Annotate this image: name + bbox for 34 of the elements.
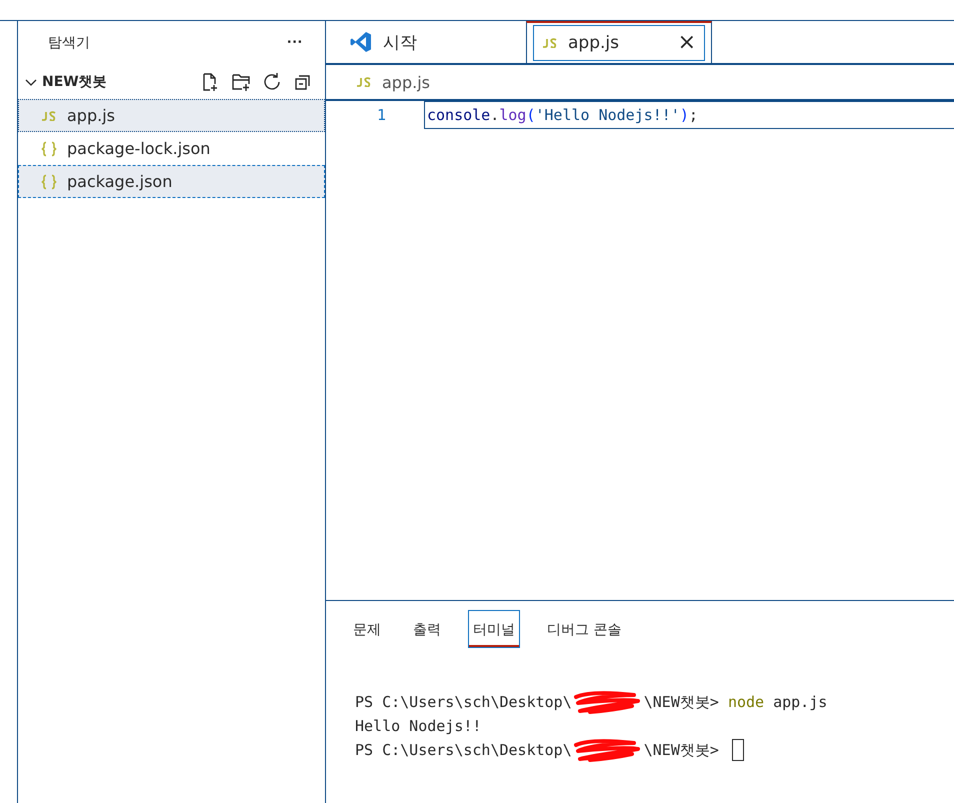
js-file-icon [542,38,558,48]
breadcrumb-item[interactable]: app.js [382,72,430,92]
editor-tab[interactable]: 시작 [326,21,526,63]
folder-name[interactable]: NEW챗봇 [42,73,200,91]
code-logo-icon [349,30,373,54]
panel-tab[interactable]: 터미널 [468,610,520,648]
terminal-text: \NEW챗봇> [644,740,720,761]
more-actions-button[interactable]: ··· [287,34,303,52]
new-folder-icon[interactable] [231,72,251,92]
explorer-title: 탐색기 [48,34,90,52]
js-file-icon [356,77,372,87]
panel-tab[interactable]: 문제 [348,610,386,648]
line-number: 1 [376,106,386,124]
terminal-text: Hello Nodejs!! [355,716,482,737]
braces-icon [41,174,57,190]
file-item[interactable]: package.json [18,165,325,198]
panel-tab[interactable]: 출력 [408,610,446,648]
terminal-command: node [728,692,764,713]
close-icon[interactable]: × [678,32,696,54]
file-item[interactable]: package-lock.json [18,132,325,165]
terminal-text: PS C:\Users\sch\Desktop\ [355,740,572,761]
braces-icon [41,140,57,156]
editor-tab[interactable]: app.js × [526,21,712,63]
terminal-text: PS C:\Users\sch\Desktop\ [355,692,572,713]
file-item[interactable]: app.js [18,99,325,132]
terminal-cursor [732,739,744,761]
js-file-icon [41,110,57,120]
panel-tab[interactable]: 디버그 콘솔 [542,610,626,648]
terminal-text: \NEW챗봇> [644,692,720,713]
terminal-text: app.js [772,692,828,713]
code-line: console.log('Hello Nodejs!!'); [424,101,954,129]
refresh-icon[interactable] [262,72,282,92]
tab-label: 시작 [383,32,418,54]
tab-label: app.js [568,33,620,53]
